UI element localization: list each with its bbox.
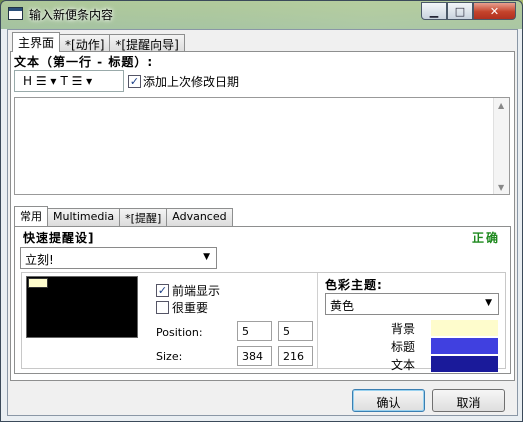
position-y-field[interactable]: 5 [278,321,313,341]
scroll-up-arrow-icon[interactable]: ▲ [498,101,504,110]
important-label: 很重要 [172,301,209,315]
app-icon [8,7,23,20]
cancel-button[interactable]: 取消 [432,389,505,412]
position-x-field[interactable]: 5 [237,321,272,341]
minimize-button[interactable]: ▁ [421,2,447,20]
title-bar[interactable]: 输入新便条内容 ▁ □ ✕ [1,1,522,29]
text-area-scrollbar[interactable]: ▲ ▼ [493,98,509,194]
background-color-label: 背景 [391,322,416,336]
format-toolbar: H ☰ ▾ T ☰ ▾ [14,70,124,92]
general-tab-panel: 快速提醒设] 正确 立刻! ▼ ✓ 前端显示 很重要 Position: 5 5… [14,226,511,374]
size-height-field[interactable]: 216 [278,346,313,366]
text-color-swatch[interactable] [431,356,498,372]
background-color-swatch[interactable] [431,320,498,336]
topmost-checkbox[interactable]: ✓ [156,284,169,297]
tab-reminder-wizard[interactable]: *[提醒向导] [109,34,185,52]
add-date-checkbox[interactable]: ✓ [128,75,141,88]
size-width-field[interactable]: 384 [237,346,272,366]
dialog-client-area: 主界面 *[动作] *[提醒向导] 文本（第一行 - 标题）: H ☰ ▾ T … [7,29,518,416]
quick-reminder-select[interactable]: 立刻! ▼ [20,247,217,269]
topmost-option[interactable]: ✓ 前端显示 [156,282,220,299]
title-color-label: 标题 [391,340,416,354]
tab-main[interactable]: 主界面 [12,32,61,52]
note-dialog-window: 输入新便条内容 ▁ □ ✕ 主界面 *[动作] *[提醒向导] 文本（第一行 -… [0,0,523,422]
quick-reminder-label: 快速提醒设] [23,231,95,245]
status-badge: 正确 [471,231,500,245]
tab-advanced[interactable]: Advanced [166,208,233,226]
maximize-button[interactable]: □ [447,2,473,20]
quick-reminder-value: 立刻! [25,253,54,267]
tab-general[interactable]: 常用 [14,206,48,226]
scroll-down-arrow-icon[interactable]: ▼ [498,183,504,192]
important-checkbox[interactable] [156,301,169,314]
important-option[interactable]: 很重要 [156,299,208,316]
display-options-group: ✓ 前端显示 很重要 Position: 5 5 Size: 384 216 色… [21,272,506,372]
group-divider [317,273,318,368]
position-label: Position: [156,326,203,339]
note-preview [26,276,138,338]
tab-actions[interactable]: *[动作] [59,34,111,52]
title-color-swatch[interactable] [431,338,498,354]
note-preview-icon [28,278,48,288]
close-button[interactable]: ✕ [473,2,516,20]
ok-button[interactable]: 确认 [352,389,425,412]
main-tab-panel: 文本（第一行 - 标题）: H ☰ ▾ T ☰ ▾ ✓ 添加上次修改日期 ▲ ▼… [10,51,515,381]
caption-buttons: ▁ □ ✕ [421,2,516,20]
heading-format-dropdown[interactable]: H ☰ ▾ [23,74,56,88]
color-theme-label: 色彩主题: [325,278,383,292]
color-theme-select[interactable]: 黄色 ▼ [325,293,499,315]
color-theme-value: 黄色 [330,299,355,313]
size-label: Size: [156,350,183,363]
tab-reminder[interactable]: *[提醒] [119,208,168,226]
tab-multimedia[interactable]: Multimedia [47,208,121,226]
window-title: 输入新便条内容 [29,8,114,22]
text-color-label: 文本 [391,358,416,372]
note-text-area[interactable]: ▲ ▼ [14,97,510,195]
text-format-dropdown[interactable]: T ☰ ▾ [60,74,92,88]
topmost-label: 前端显示 [172,284,221,298]
main-tabs: 主界面 *[动作] *[提醒向导] [12,32,185,52]
chevron-down-icon: ▼ [485,298,492,308]
chevron-down-icon: ▼ [203,252,210,262]
add-date-option[interactable]: ✓ 添加上次修改日期 [128,73,239,90]
add-date-label: 添加上次修改日期 [143,75,240,89]
text-section-label: 文本（第一行 - 标题）: [14,55,154,69]
settings-tabs: 常用 Multimedia *[提醒] Advanced [14,206,233,226]
